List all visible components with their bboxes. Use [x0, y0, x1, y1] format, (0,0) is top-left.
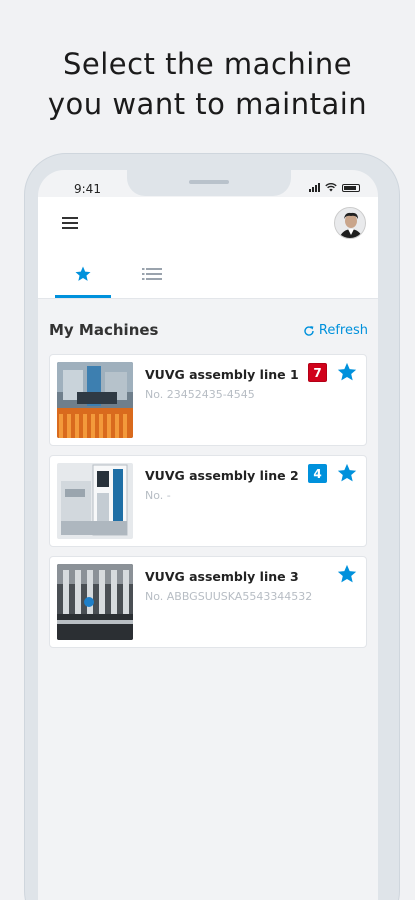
favorite-star-icon[interactable] [336, 563, 358, 585]
machine-number: No. - [145, 489, 171, 502]
speaker-bar [189, 180, 229, 184]
headline-line-1: Select the machine [62, 47, 353, 81]
status-icons [309, 183, 360, 192]
notification-badge: 4 [308, 464, 327, 483]
refresh-label: Refresh [318, 323, 368, 338]
machine-name: VUVG assembly line 2 [145, 468, 299, 483]
phone-screen: 9:41 My Machines Refresh VUVG assembly l… [38, 170, 378, 900]
machine-number: No. 23452435-4545 [145, 388, 255, 401]
machine-thumbnail [57, 564, 133, 640]
hamburger-menu-icon[interactable] [62, 217, 78, 229]
machine-card[interactable]: VUVG assembly line 3 No. ABBGSUUSKA55433… [49, 556, 367, 648]
notch [127, 170, 291, 196]
refresh-icon [304, 325, 314, 336]
battery-icon [342, 183, 360, 192]
machine-name: VUVG assembly line 1 [145, 367, 299, 382]
machine-thumbnail [57, 463, 133, 539]
refresh-button[interactable]: Refresh [303, 323, 368, 338]
app-bar [38, 197, 378, 299]
star-icon [75, 266, 91, 281]
machine-name: VUVG assembly line 3 [145, 569, 299, 584]
favorite-star-icon[interactable] [336, 462, 358, 484]
active-tab-indicator [55, 295, 111, 298]
signal-icon [309, 183, 320, 192]
tab-list[interactable] [124, 251, 180, 297]
machine-card[interactable]: VUVG assembly line 2 No. - 4 [49, 455, 367, 547]
status-time: 9:41 [74, 182, 101, 196]
avatar[interactable] [334, 207, 366, 239]
headline-line-2: you want to maintain [47, 87, 368, 121]
list-icon [142, 268, 162, 280]
notification-badge: 7 [308, 363, 327, 382]
wifi-icon [325, 183, 337, 192]
headline: Select the machine you want to maintain [0, 44, 415, 124]
favorite-star-icon[interactable] [336, 361, 358, 383]
machine-card[interactable]: VUVG assembly line 1 No. 23452435-4545 7 [49, 354, 367, 446]
machine-thumbnail [57, 362, 133, 438]
section-title: My Machines [49, 321, 159, 339]
tab-favorites[interactable] [55, 251, 111, 297]
machine-number: No. ABBGSUUSKA5543344532 [145, 590, 313, 603]
